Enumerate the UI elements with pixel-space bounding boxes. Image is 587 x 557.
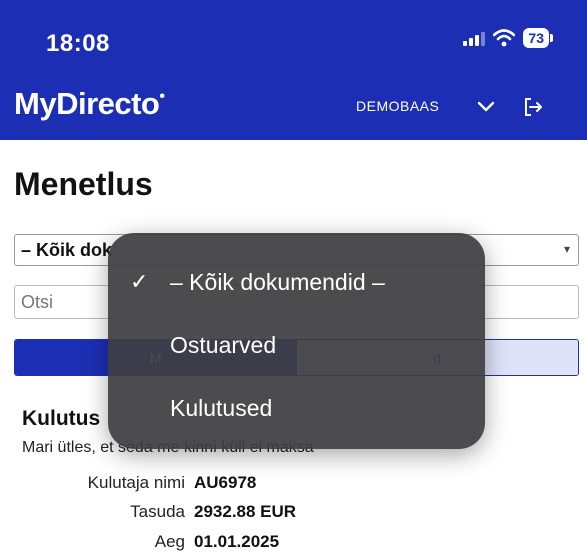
app-logo-text: MyDirecto: [14, 86, 160, 121]
database-selector-label[interactable]: DEMOBAAS: [356, 98, 439, 114]
menu-item-label: Ostuarved: [170, 332, 277, 358]
field-row-date: Aeg 01.01.2025: [0, 532, 587, 556]
menu-item-label: – Kõik dokumendid –: [170, 269, 385, 295]
field-value: 01.01.2025: [194, 532, 280, 551]
logout-icon[interactable]: [522, 96, 544, 118]
menu-item-all-documents[interactable]: ✓ – Kõik dokumendid –: [108, 263, 485, 307]
app-header: 18:08 73 MyDirecto• DEMOBAAS: [0, 0, 587, 140]
field-row-amount: Tasuda 2932.88 EUR: [0, 502, 587, 526]
select-arrow-icon: ▾: [563, 242, 570, 256]
field-value: 2932.88 EUR: [194, 502, 297, 521]
status-icons: 73: [463, 28, 553, 48]
menu-item-expenses[interactable]: Kulutused: [108, 389, 485, 433]
field-value: AU6978: [194, 473, 257, 492]
field-label: Kulutaja nimi: [87, 473, 185, 492]
battery-icon: 73: [523, 28, 553, 48]
card-title: Kulutus: [22, 407, 101, 430]
status-time: 18:08: [46, 30, 110, 57]
wifi-icon: [493, 29, 516, 47]
cellular-signal-icon: [463, 30, 486, 46]
menu-item-purchase-invoices[interactable]: Ostuarved: [108, 326, 485, 370]
menu-item-label: Kulutused: [170, 395, 273, 421]
page-title: Menetlus: [14, 166, 153, 202]
field-row-name: Kulutaja nimi AU6978: [0, 473, 587, 497]
document-type-dropdown-menu: ✓ – Kõik dokumendid – Ostuarved Kulutuse…: [108, 233, 485, 449]
app-logo: MyDirecto•: [14, 86, 165, 121]
document-type-select-value: – Kõik dokumendid –: [21, 240, 113, 260]
field-label: Aeg: [154, 532, 185, 551]
checkmark-icon: ✓: [130, 269, 149, 294]
chevron-down-icon[interactable]: [476, 96, 496, 116]
field-label: Tasuda: [130, 502, 185, 521]
battery-level: 73: [523, 28, 549, 48]
